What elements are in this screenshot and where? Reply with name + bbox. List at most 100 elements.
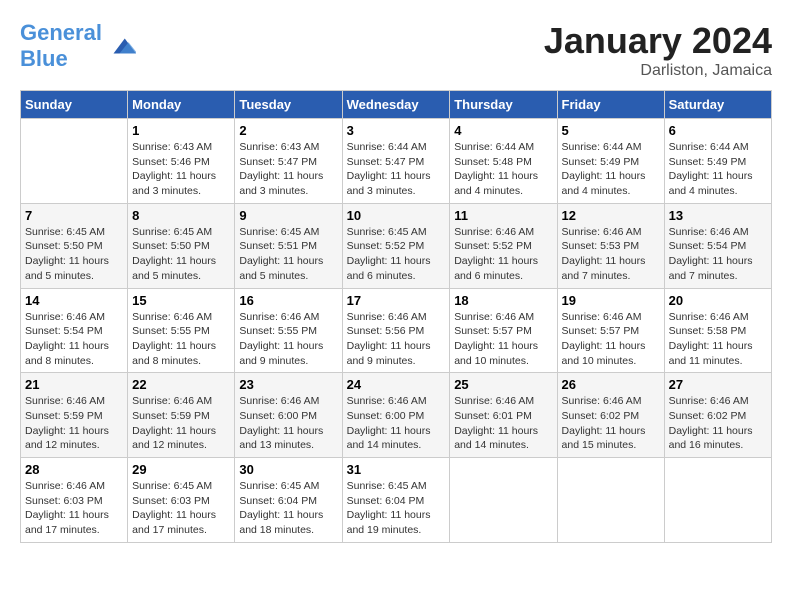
day-info: Sunrise: 6:46 AMSunset: 5:56 PMDaylight:…: [347, 310, 446, 369]
day-info: Sunrise: 6:45 AMSunset: 5:50 PMDaylight:…: [25, 225, 123, 284]
column-header-monday: Monday: [128, 91, 235, 119]
day-number: 26: [562, 377, 660, 392]
day-info: Sunrise: 6:46 AMSunset: 5:58 PMDaylight:…: [669, 310, 767, 369]
day-number: 23: [239, 377, 337, 392]
day-number: 29: [132, 462, 230, 477]
day-number: 14: [25, 293, 123, 308]
day-number: 6: [669, 123, 767, 138]
day-info: Sunrise: 6:46 AMSunset: 6:00 PMDaylight:…: [347, 394, 446, 453]
calendar-cell: 6 Sunrise: 6:44 AMSunset: 5:49 PMDaylight…: [664, 119, 771, 204]
day-number: 22: [132, 377, 230, 392]
day-number: 21: [25, 377, 123, 392]
calendar-cell: 4 Sunrise: 6:44 AMSunset: 5:48 PMDaylight…: [450, 119, 557, 204]
day-number: 19: [562, 293, 660, 308]
day-info: Sunrise: 6:46 AMSunset: 6:02 PMDaylight:…: [669, 394, 767, 453]
day-number: 20: [669, 293, 767, 308]
day-info: Sunrise: 6:46 AMSunset: 6:02 PMDaylight:…: [562, 394, 660, 453]
day-info: Sunrise: 6:46 AMSunset: 5:54 PMDaylight:…: [669, 225, 767, 284]
calendar-week-2: 7 Sunrise: 6:45 AMSunset: 5:50 PMDaylight…: [21, 203, 772, 288]
day-info: Sunrise: 6:46 AMSunset: 6:00 PMDaylight:…: [239, 394, 337, 453]
day-info: Sunrise: 6:44 AMSunset: 5:49 PMDaylight:…: [562, 140, 660, 199]
day-number: 18: [454, 293, 552, 308]
calendar-cell: 8Sunrise: 6:45 AMSunset: 5:50 PMDaylight…: [128, 203, 235, 288]
day-number: 28: [25, 462, 123, 477]
day-info: Sunrise: 6:46 AMSunset: 5:52 PMDaylight:…: [454, 225, 552, 284]
calendar-cell: 23 Sunrise: 6:46 AMSunset: 6:00 PMDayligh…: [235, 373, 342, 458]
calendar-table: SundayMondayTuesdayWednesdayThursdayFrid…: [20, 90, 772, 543]
calendar-cell: 25 Sunrise: 6:46 AMSunset: 6:01 PMDayligh…: [450, 373, 557, 458]
calendar-cell: 5 Sunrise: 6:44 AMSunset: 5:49 PMDaylight…: [557, 119, 664, 204]
calendar-cell: 19 Sunrise: 6:46 AMSunset: 5:57 PMDayligh…: [557, 288, 664, 373]
day-info: Sunrise: 6:46 AMSunset: 5:54 PMDaylight:…: [25, 310, 123, 369]
day-number: 31: [347, 462, 446, 477]
calendar-cell: 31 Sunrise: 6:45 AMSunset: 6:04 PMDayligh…: [342, 458, 450, 543]
day-number: 27: [669, 377, 767, 392]
calendar-cell: 9Sunrise: 6:45 AMSunset: 5:51 PMDaylight…: [235, 203, 342, 288]
day-info: Sunrise: 6:45 AMSunset: 6:03 PMDaylight:…: [132, 479, 230, 538]
calendar-header-row: SundayMondayTuesdayWednesdayThursdayFrid…: [21, 91, 772, 119]
day-number: 10: [347, 208, 446, 223]
calendar-cell: 21Sunrise: 6:46 AMSunset: 5:59 PMDayligh…: [21, 373, 128, 458]
calendar-cell: 29 Sunrise: 6:45 AMSunset: 6:03 PMDayligh…: [128, 458, 235, 543]
calendar-cell: 2 Sunrise: 6:43 AMSunset: 5:47 PMDaylight…: [235, 119, 342, 204]
column-header-sunday: Sunday: [21, 91, 128, 119]
day-info: Sunrise: 6:46 AMSunset: 5:55 PMDaylight:…: [239, 310, 337, 369]
calendar-cell: 12 Sunrise: 6:46 AMSunset: 5:53 PMDayligh…: [557, 203, 664, 288]
calendar-week-4: 21 Sunrise: 6:46 AMSunset: 5:59 PMDayligh…: [21, 373, 772, 458]
day-number: 2: [239, 123, 337, 138]
day-info: Sunrise: 6:45 AMSunset: 6:04 PMDaylight:…: [347, 479, 446, 538]
calendar-cell: 11Sunrise: 6:46 AMSunset: 5:52 PMDayligh…: [450, 203, 557, 288]
calendar-cell: 3Sunrise: 6:44 AMSunset: 5:47 PMDaylight…: [342, 119, 450, 204]
calendar-cell: 17Sunrise: 6:46 AMSunset: 5:56 PMDayligh…: [342, 288, 450, 373]
page-header: General Blue January 2024 Darliston, Jam…: [20, 20, 772, 80]
day-info: Sunrise: 6:46 AMSunset: 5:53 PMDaylight:…: [562, 225, 660, 284]
title-block: January 2024 Darliston, Jamaica: [544, 20, 772, 80]
column-header-wednesday: Wednesday: [342, 91, 450, 119]
day-info: Sunrise: 6:45 AMSunset: 5:50 PMDaylight:…: [132, 225, 230, 284]
calendar-cell: 1Sunrise: 6:43 AMSunset: 5:46 PMDaylight…: [128, 119, 235, 204]
day-info: Sunrise: 6:43 AMSunset: 5:47 PMDaylight:…: [239, 140, 337, 199]
calendar-cell: 27 Sunrise: 6:46 AMSunset: 6:02 PMDayligh…: [664, 373, 771, 458]
day-info: Sunrise: 6:44 AMSunset: 5:47 PMDaylight:…: [347, 140, 446, 199]
day-info: Sunrise: 6:46 AMSunset: 6:03 PMDaylight:…: [25, 479, 123, 538]
day-number: 13: [669, 208, 767, 223]
calendar-body: 1Sunrise: 6:43 AMSunset: 5:46 PMDaylight…: [21, 119, 772, 543]
calendar-cell: 28 Sunrise: 6:46 AMSunset: 6:03 PMDayligh…: [21, 458, 128, 543]
calendar-cell: 18 Sunrise: 6:46 AMSunset: 5:57 PMDayligh…: [450, 288, 557, 373]
day-info: Sunrise: 6:44 AMSunset: 5:48 PMDaylight:…: [454, 140, 552, 199]
logo-text: General Blue: [20, 20, 102, 71]
calendar-cell: 30Sunrise: 6:45 AMSunset: 6:04 PMDayligh…: [235, 458, 342, 543]
column-header-saturday: Saturday: [664, 91, 771, 119]
day-number: 5: [562, 123, 660, 138]
day-info: Sunrise: 6:44 AMSunset: 5:49 PMDaylight:…: [669, 140, 767, 199]
column-header-tuesday: Tuesday: [235, 91, 342, 119]
calendar-cell: 24Sunrise: 6:46 AMSunset: 6:00 PMDayligh…: [342, 373, 450, 458]
day-number: 4: [454, 123, 552, 138]
day-info: Sunrise: 6:46 AMSunset: 5:55 PMDaylight:…: [132, 310, 230, 369]
calendar-cell: [664, 458, 771, 543]
location-title: Darliston, Jamaica: [544, 62, 772, 80]
day-info: Sunrise: 6:45 AMSunset: 5:52 PMDaylight:…: [347, 225, 446, 284]
logo-icon: [106, 31, 136, 61]
day-number: 25: [454, 377, 552, 392]
day-number: 1: [132, 123, 230, 138]
day-info: Sunrise: 6:46 AMSunset: 6:01 PMDaylight:…: [454, 394, 552, 453]
calendar-cell: 14 Sunrise: 6:46 AMSunset: 5:54 PMDayligh…: [21, 288, 128, 373]
day-info: Sunrise: 6:46 AMSunset: 5:59 PMDaylight:…: [132, 394, 230, 453]
calendar-cell: [557, 458, 664, 543]
day-info: Sunrise: 6:46 AMSunset: 5:57 PMDaylight:…: [454, 310, 552, 369]
month-title: January 2024: [544, 20, 772, 62]
calendar-cell: 16Sunrise: 6:46 AMSunset: 5:55 PMDayligh…: [235, 288, 342, 373]
day-number: 7: [25, 208, 123, 223]
calendar-week-1: 1Sunrise: 6:43 AMSunset: 5:46 PMDaylight…: [21, 119, 772, 204]
day-info: Sunrise: 6:46 AMSunset: 5:57 PMDaylight:…: [562, 310, 660, 369]
column-header-thursday: Thursday: [450, 91, 557, 119]
calendar-cell: 26 Sunrise: 6:46 AMSunset: 6:02 PMDayligh…: [557, 373, 664, 458]
calendar-cell: 13 Sunrise: 6:46 AMSunset: 5:54 PMDayligh…: [664, 203, 771, 288]
calendar-cell: 15Sunrise: 6:46 AMSunset: 5:55 PMDayligh…: [128, 288, 235, 373]
day-number: 12: [562, 208, 660, 223]
calendar-cell: 10 Sunrise: 6:45 AMSunset: 5:52 PMDayligh…: [342, 203, 450, 288]
day-info: Sunrise: 6:45 AMSunset: 6:04 PMDaylight:…: [239, 479, 337, 538]
calendar-cell: 7 Sunrise: 6:45 AMSunset: 5:50 PMDaylight…: [21, 203, 128, 288]
column-header-friday: Friday: [557, 91, 664, 119]
